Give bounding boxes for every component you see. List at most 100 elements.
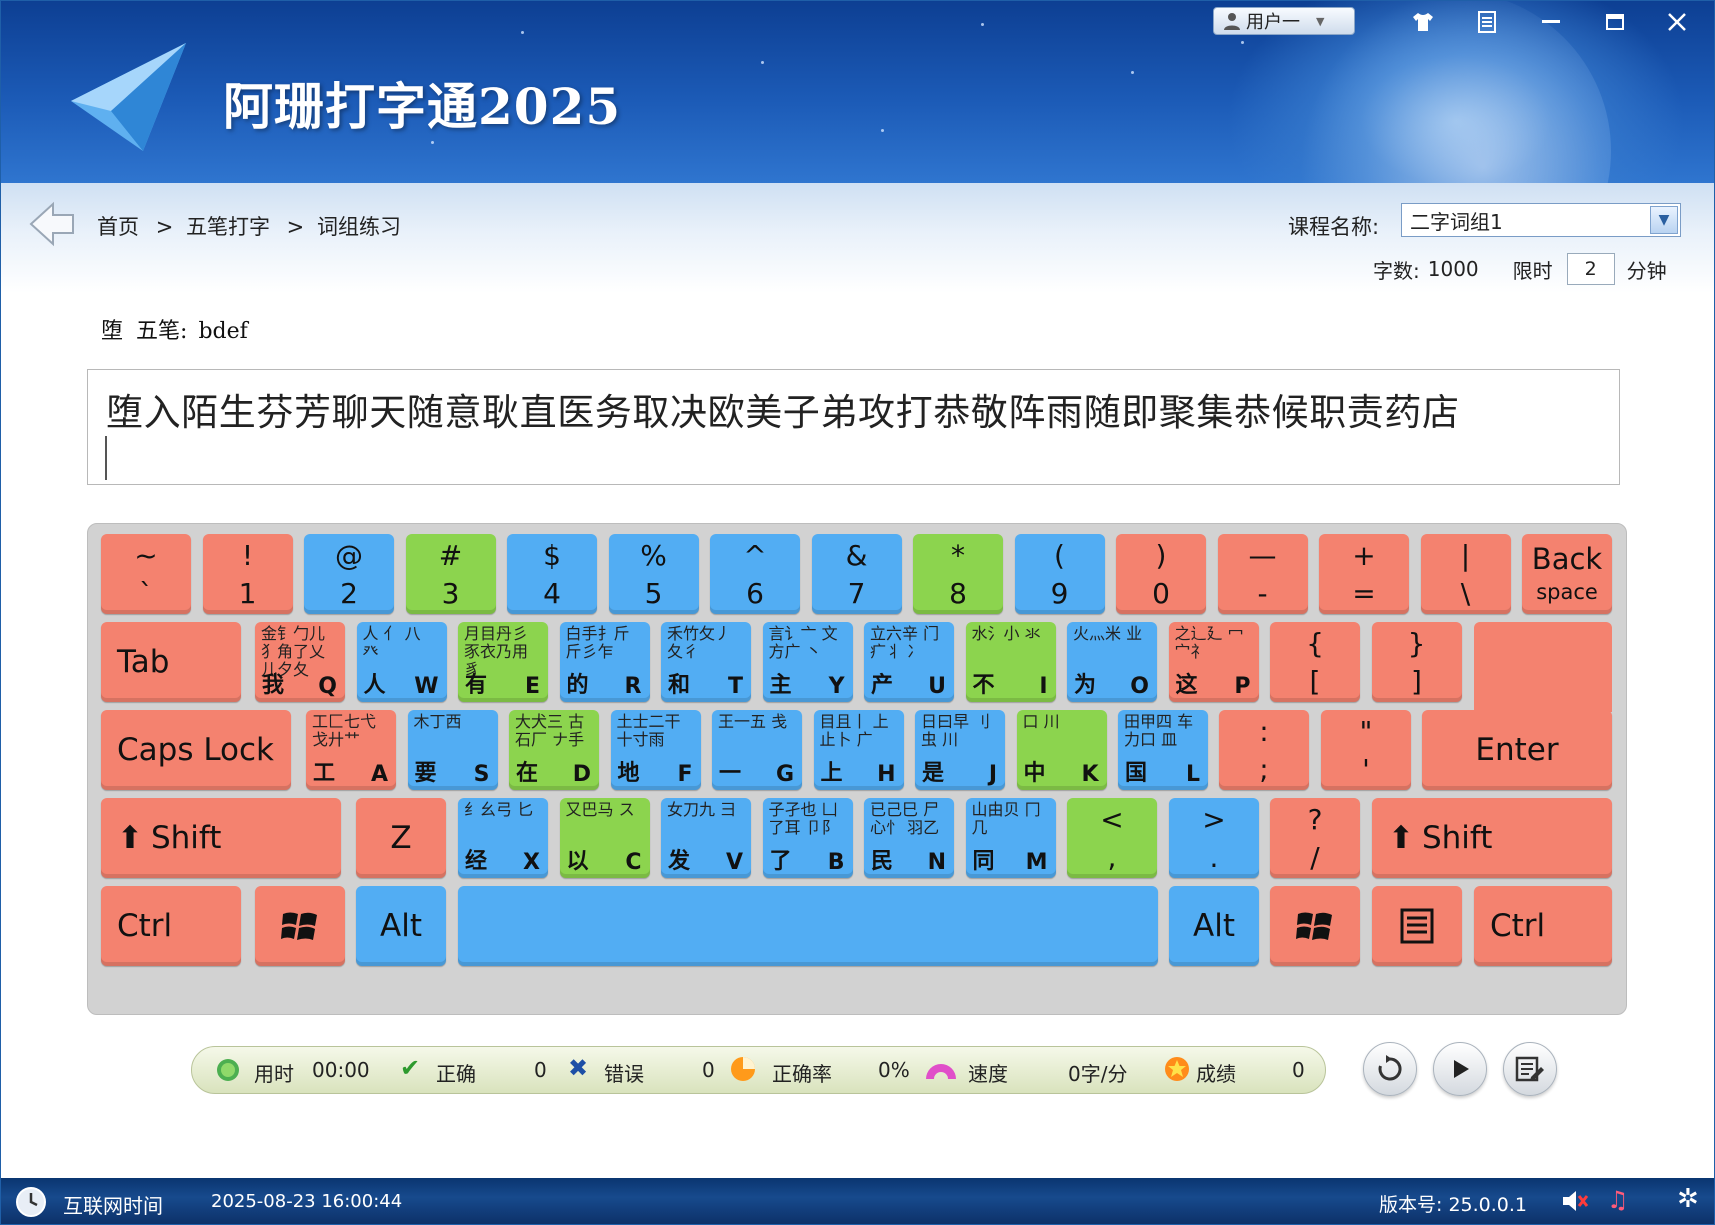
key-slash[interactable]: ? /: [1270, 798, 1360, 878]
skin-icon[interactable]: [1403, 7, 1443, 37]
start-button[interactable]: [1433, 1042, 1487, 1096]
key-m[interactable]: 山由贝 冂几同 M: [965, 798, 1056, 878]
back-arrow-icon[interactable]: [29, 201, 75, 247]
key-space[interactable]: [458, 886, 1158, 966]
menu-icon[interactable]: [1467, 7, 1507, 37]
key-s[interactable]: 木丁西要 S: [407, 710, 498, 790]
sound-icon[interactable]: [1561, 1188, 1589, 1219]
key-right-ctrl[interactable]: Ctrl: [1474, 886, 1612, 966]
minimize-icon[interactable]: [1531, 7, 1571, 37]
practice-area[interactable]: 堕入陌生芬芳聊天随意耿直医务取决欧美子弟攻打恭敬阵雨随即聚集恭候职责药店: [87, 369, 1620, 485]
key-row1-12[interactable]: + =: [1319, 534, 1409, 614]
key-z[interactable]: Z: [356, 798, 446, 878]
key-q[interactable]: 金钅勹儿 犭角了乂 儿夕夂我 Q: [255, 622, 345, 702]
key-right-alt[interactable]: Alt: [1169, 886, 1259, 966]
key-left-windows[interactable]: [255, 886, 345, 966]
key-letter: U: [928, 674, 946, 699]
key-left-alt[interactable]: Alt: [356, 886, 446, 966]
key-h[interactable]: 目且丨 上止卜 广上H: [813, 710, 904, 790]
key-row1-2[interactable]: @2: [304, 534, 394, 614]
key-f[interactable]: 土士二干 十寸雨地 F: [610, 710, 701, 790]
key-r[interactable]: 白手扌斤 斤彡乍的 R: [559, 622, 650, 702]
key-k[interactable]: 口 川中K: [1016, 710, 1107, 790]
key-quote[interactable]: " ': [1321, 710, 1411, 790]
key-row1-10[interactable]: ) 0: [1116, 534, 1206, 614]
key-t[interactable]: 禾竹攵丿 夂彳和 T: [661, 622, 751, 702]
restart-button[interactable]: [1363, 1042, 1417, 1096]
key-char: 9: [1050, 577, 1069, 610]
key-caps-lock[interactable]: Caps Lock: [101, 710, 291, 790]
key-i[interactable]: 水氵小 氺不I: [965, 622, 1056, 702]
key-backspace[interactable]: Back space: [1522, 534, 1612, 614]
key-row1-13[interactable]: | \: [1420, 534, 1511, 614]
title-banner: 阿珊打字通2025 用户一 ▼: [1, 1, 1714, 183]
key-w[interactable]: 人 亻 八 癶人W: [356, 622, 447, 702]
key-row1-5[interactable]: % 5: [608, 534, 699, 614]
close-icon[interactable]: [1657, 7, 1697, 37]
key-left-ctrl[interactable]: Ctrl: [101, 886, 241, 966]
key-row1-8[interactable]: * 8: [913, 534, 1003, 614]
key-word: 民: [871, 849, 894, 874]
key-bracket-1[interactable]: }]: [1371, 622, 1462, 702]
key-l[interactable]: 田甲四 车力口 皿国L: [1118, 710, 1208, 790]
breadcrumb-home[interactable]: 首页: [97, 215, 139, 239]
clock-refresh-icon[interactable]: [15, 1186, 47, 1223]
key-char: `: [139, 577, 153, 610]
gear-icon[interactable]: ✲: [1677, 1184, 1699, 1214]
key-bracket-0[interactable]: {[: [1270, 622, 1360, 702]
key-o[interactable]: 火灬米 业为O: [1067, 622, 1157, 702]
key-row1-11[interactable]: — -: [1217, 534, 1308, 614]
hint-label: 五笔:: [136, 319, 188, 344]
key-right-windows[interactable]: [1270, 886, 1360, 966]
key-letter: W: [414, 674, 439, 699]
arrow-up-icon: ⬆: [1388, 820, 1414, 856]
key-tab[interactable]: Tab: [101, 622, 241, 702]
music-icon[interactable]: ♫: [1607, 1186, 1629, 1214]
key-row1-0[interactable]: ~ `: [101, 534, 191, 614]
chevron-down-icon: ▼: [1316, 14, 1325, 28]
key-row1-3[interactable]: #3: [405, 534, 496, 614]
course-select[interactable]: 二字词组1 ▼: [1401, 203, 1681, 237]
key-row1-9[interactable]: (9: [1014, 534, 1105, 614]
key-comma[interactable]: <,: [1067, 798, 1157, 878]
key-b[interactable]: 子孑也 凵了耳 卩阝了 B: [762, 798, 853, 878]
key-a[interactable]: 工匚七弋 戈廾艹工 A: [306, 710, 396, 790]
key-c[interactable]: 又巴马 ス以C: [559, 798, 650, 878]
key-p[interactable]: 之辶廴 冖宀礻这 P: [1168, 622, 1259, 702]
key-n[interactable]: 已己巳 尸心忄 羽乙民 N: [864, 798, 954, 878]
settings-button[interactable]: [1503, 1042, 1557, 1096]
key-shift-char: {: [1306, 627, 1324, 660]
key-d[interactable]: 大犬三 古石厂 ナ手在 D: [509, 710, 599, 790]
key-g[interactable]: 王一五 戋一G: [712, 710, 802, 790]
key-shift-char: }: [1407, 627, 1426, 660]
key-row1-1[interactable]: ! 1: [202, 534, 293, 614]
time-limit-input[interactable]: 2: [1566, 253, 1615, 285]
key-y[interactable]: 言讠亠 文方广 丶主Y: [762, 622, 853, 702]
key-enter[interactable]: [1474, 622, 1612, 712]
key-shift-char: ?: [1307, 803, 1323, 836]
key-shift-char: *: [951, 539, 965, 572]
key-row1-6[interactable]: ^ 6: [710, 534, 800, 614]
key-e[interactable]: 月目丹彡 豕衣乃用 豸有E: [458, 622, 548, 702]
course-info: 字数: 1000 限时 2 分钟: [1373, 253, 1667, 285]
key-menu[interactable]: [1372, 886, 1462, 966]
key-letter: Z: [390, 820, 412, 856]
chevron-down-icon[interactable]: ▼: [1650, 206, 1678, 234]
user-menu-button[interactable]: 用户一 ▼: [1213, 7, 1355, 35]
key-row1-7[interactable]: & 7: [811, 534, 902, 614]
key-left-shift[interactable]: ⬆ Shift: [101, 798, 341, 878]
key-semicolon[interactable]: :;: [1219, 710, 1309, 790]
key-letter: M: [1025, 850, 1048, 875]
key-v[interactable]: 女刀九 彐发V: [661, 798, 751, 878]
target-text: 堕入陌生芬芳聊天随意耿直医务取决欧美子弟攻打恭敬阵雨随即聚集恭候职责药店: [106, 391, 1460, 434]
maximize-icon[interactable]: [1595, 7, 1635, 37]
key-right-shift[interactable]: ⬆ Shift: [1372, 798, 1612, 878]
key-row1-4[interactable]: $4: [507, 534, 597, 614]
breadcrumb-section[interactable]: 五笔打字: [186, 215, 270, 239]
key-x[interactable]: 纟幺弓 匕经X: [458, 798, 548, 878]
key-j[interactable]: 日曰早 刂虫 川是J: [915, 710, 1005, 790]
key-period[interactable]: >.: [1169, 798, 1259, 878]
key-char: .: [1209, 841, 1219, 874]
key-enter[interactable]: Enter: [1422, 710, 1612, 790]
key-u[interactable]: 立六辛 门疒丬 冫产U: [864, 622, 954, 702]
